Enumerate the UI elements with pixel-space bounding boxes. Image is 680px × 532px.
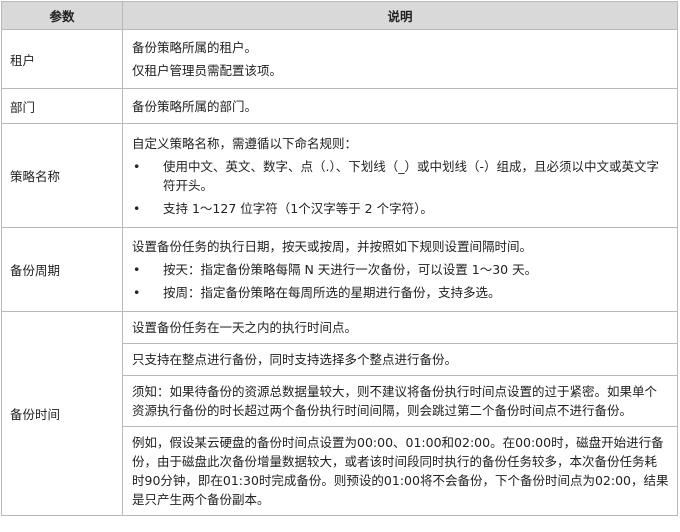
notice-text: 须知：如果待备份的资源总数据量较大，则不建议将备份执行时间点设置的过于紧密。如果… (123, 376, 677, 427)
description-text: 备份策略所属的租户。 (132, 40, 258, 55)
example-text: 例如，假设某云硬盘的备份时间点设置为00:00、01:00和02:00。在00:… (132, 435, 669, 507)
description-text: 只支持在整点进行备份，同时支持选择多个整点进行备份。 (123, 344, 677, 376)
table-row: 部门 备份策略所属的部门。 (1, 88, 678, 124)
list-item: 使用中文、英文、数字、点（.）、下划线（_）或中划线（-）组成，且必须以中文或英… (132, 157, 669, 195)
table-row: 备份周期 设置备份任务的执行日期，按天或按周，并按照如下规则设置间隔时间。 按天… (1, 227, 678, 312)
param-description: 自定义策略名称，需遵循以下命名规则： 使用中文、英文、数字、点（.）、下划线（_… (122, 123, 678, 228)
table-header-row: 参数 说明 (1, 1, 678, 30)
header-description: 说明 (122, 1, 678, 30)
param-description: 设置备份任务的执行日期，按天或按周，并按照如下规则设置间隔时间。 按天：指定备份… (122, 227, 678, 312)
list-item: 按周：指定备份策略在每周所选的星期进行备份，支持多选。 (132, 283, 669, 302)
param-name: 租户 (1, 29, 123, 89)
list-item: 支持 1～127 位字符（1个汉字等于 2 个字符）。 (132, 199, 669, 218)
list-item: 按天：指定备份策略每隔 N 天进行一次备份，可以设置 1～30 天。 (132, 260, 669, 279)
rule-list: 使用中文、英文、数字、点（.）、下划线（_）或中划线（-）组成，且必须以中文或英… (132, 157, 669, 218)
description-intro: 自定义策略名称，需遵循以下命名规则： (132, 135, 358, 151)
rule-list: 按天：指定备份策略每隔 N 天进行一次备份，可以设置 1～30 天。 按周：指定… (132, 260, 669, 302)
description-text: 仅租户管理员需配置该项。 (132, 63, 283, 78)
parameter-table: 参数 说明 租户 备份策略所属的租户。 仅租户管理员需配置该项。 部门 备份策略… (1, 1, 678, 516)
description-text: 设置备份任务在一天之内的执行时间点。 (123, 312, 677, 344)
param-description: 备份策略所属的租户。 仅租户管理员需配置该项。 (122, 29, 678, 89)
header-param: 参数 (1, 1, 123, 30)
table-row: 备份时间 设置备份任务在一天之内的执行时间点。 只支持在整点进行备份，同时支持选… (1, 311, 678, 516)
param-name: 策略名称 (1, 123, 123, 228)
param-name: 备份周期 (1, 227, 123, 312)
table-row: 策略名称 自定义策略名称，需遵循以下命名规则： 使用中文、英文、数字、点（.）、… (1, 123, 678, 228)
param-name: 备份时间 (1, 311, 123, 516)
description-intro: 设置备份任务的执行日期，按天或按周，并按照如下规则设置间隔时间。 (132, 239, 533, 254)
table-row: 租户 备份策略所属的租户。 仅租户管理员需配置该项。 (1, 29, 678, 89)
param-name: 部门 (1, 88, 123, 124)
description-text: 备份策略所属的部门。 (132, 98, 258, 114)
param-description: 备份策略所属的部门。 (122, 88, 678, 124)
param-description: 设置备份任务在一天之内的执行时间点。 只支持在整点进行备份，同时支持选择多个整点… (122, 311, 678, 516)
